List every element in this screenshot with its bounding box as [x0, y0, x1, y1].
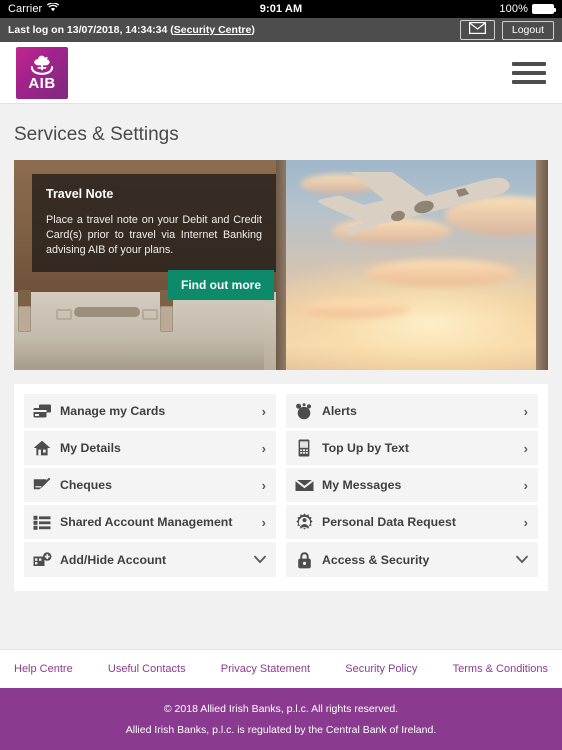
- menu-item-top-up-by-text[interactable]: Top Up by Text ›: [286, 431, 538, 466]
- utility-bar: Last log on 13/07/2018, 14:34:34 (Securi…: [0, 18, 562, 42]
- chevron-right-icon: ›: [523, 440, 528, 456]
- aib-logo-text: AIB: [28, 75, 56, 92]
- envelope-icon: [294, 475, 314, 495]
- alarm-bell-icon: [294, 401, 314, 421]
- find-out-more-button[interactable]: Find out more: [168, 270, 274, 300]
- brand-header: AIB: [0, 42, 562, 104]
- list-icon: [32, 512, 52, 532]
- menu-item-label: Cheques: [60, 478, 112, 492]
- chevron-down-icon: [254, 552, 266, 567]
- last-login-prefix: Last log on 13/07/2018, 14:34:34 (: [8, 24, 174, 36]
- hamburger-menu-icon[interactable]: [512, 61, 546, 84]
- menu-item-label: Top Up by Text: [322, 441, 409, 455]
- suitcase-handle-icon: [56, 307, 158, 320]
- copyright-line: © 2018 Allied Irish Banks, p.l.c. All ri…: [163, 702, 399, 715]
- page-title: Services & Settings: [14, 124, 179, 145]
- wifi-icon: [47, 2, 60, 15]
- travel-note-title: Travel Note: [46, 187, 114, 201]
- services-menu-card: Manage my Cards › My Details › Cheques ›…: [14, 384, 548, 591]
- footer-link-privacy-statement[interactable]: Privacy Statement: [221, 663, 310, 675]
- footer-link-terms-conditions[interactable]: Terms & Conditions: [453, 663, 548, 675]
- menu-item-label: Alerts: [322, 404, 357, 418]
- menu-item-label: Manage my Cards: [60, 404, 166, 418]
- house-icon: [32, 438, 52, 458]
- footer-link-help-centre[interactable]: Help Centre: [14, 663, 73, 675]
- credit-cards-icon: [32, 401, 52, 421]
- app-page: Carrier 9:01 AM 100% Last log on 13/07/2…: [0, 0, 562, 750]
- aib-logo[interactable]: AIB: [16, 46, 68, 99]
- envelope-icon: [468, 22, 486, 38]
- chevron-right-icon: ›: [523, 403, 528, 419]
- chevron-right-icon: ›: [261, 403, 266, 419]
- travel-note-banner: Travel Note Place a travel note on your …: [14, 160, 548, 370]
- menu-item-label: Shared Account Management: [60, 515, 233, 529]
- battery-percent-label: 100%: [499, 3, 528, 15]
- battery-icon: [531, 4, 556, 14]
- logout-button[interactable]: Logout: [501, 20, 554, 40]
- menu-item-shared-account-management[interactable]: Shared Account Management ›: [24, 505, 276, 540]
- add-account-icon: [32, 550, 52, 570]
- menu-item-label: Add/Hide Account: [60, 552, 167, 567]
- last-login-text: Last log on 13/07/2018, 14:34:34 (Securi…: [8, 24, 255, 36]
- menu-item-personal-data-request[interactable]: Personal Data Request ›: [286, 505, 538, 540]
- menu-item-label: My Details: [60, 441, 121, 455]
- status-bar-right: 100%: [374, 3, 556, 15]
- gear-person-icon: [294, 512, 314, 532]
- menu-item-label: Access & Security: [322, 552, 430, 567]
- menu-item-label: My Messages: [322, 478, 402, 492]
- window-frame-left: [276, 160, 286, 370]
- chevron-right-icon: ›: [523, 477, 528, 493]
- menu-item-cheques[interactable]: Cheques ›: [24, 468, 276, 503]
- cheque-pen-icon: [32, 475, 52, 495]
- ios-status-bar: Carrier 9:01 AM 100%: [0, 0, 562, 18]
- padlock-icon: [294, 550, 314, 570]
- cloud-icon: [300, 300, 410, 318]
- footer-link-useful-contacts[interactable]: Useful Contacts: [108, 663, 186, 675]
- chevron-right-icon: ›: [261, 477, 266, 493]
- travel-note-body: Place a travel note on your Debit and Cr…: [46, 214, 262, 256]
- suitcase-bottom: [14, 292, 264, 370]
- window-frame-right: [536, 160, 548, 370]
- menu-item-add-hide-account[interactable]: Add/Hide Account: [24, 542, 276, 577]
- footer-link-security-policy[interactable]: Security Policy: [345, 663, 417, 675]
- security-centre-link[interactable]: Security Centre: [174, 24, 252, 36]
- chevron-right-icon: ›: [261, 440, 266, 456]
- chevron-down-icon: [516, 552, 528, 567]
- clock-label: 9:01 AM: [259, 3, 303, 15]
- menu-item-label: Personal Data Request: [322, 515, 456, 529]
- travel-note-overlay: Travel Note Place a travel note on your …: [32, 174, 276, 272]
- aib-bird-logo-icon: [27, 54, 57, 76]
- mobile-phone-icon: [294, 438, 314, 458]
- menu-column-left: Manage my Cards › My Details › Cheques ›…: [24, 394, 276, 577]
- menu-item-alerts[interactable]: Alerts ›: [286, 394, 538, 429]
- menu-column-right: Alerts › Top Up by Text › My Messages › …: [286, 394, 538, 577]
- status-bar-left: Carrier: [8, 2, 188, 15]
- footer-links: Help Centre Useful Contacts Privacy Stat…: [0, 649, 562, 688]
- menu-item-manage-my-cards[interactable]: Manage my Cards ›: [24, 394, 276, 429]
- utility-bar-actions: Logout: [459, 20, 554, 40]
- last-login-suffix: ): [251, 24, 255, 36]
- airplane-icon: [306, 160, 521, 264]
- chevron-right-icon: ›: [261, 514, 266, 530]
- menu-item-my-details[interactable]: My Details ›: [24, 431, 276, 466]
- messages-button[interactable]: [459, 20, 495, 40]
- legal-footer: © 2018 Allied Irish Banks, p.l.c. All ri…: [0, 688, 562, 750]
- carrier-label: Carrier: [8, 3, 43, 15]
- regulation-line: Allied Irish Banks, p.l.c. is regulated …: [125, 723, 437, 736]
- menu-item-my-messages[interactable]: My Messages ›: [286, 468, 538, 503]
- menu-item-access-security[interactable]: Access & Security: [286, 542, 538, 577]
- chevron-right-icon: ›: [523, 514, 528, 530]
